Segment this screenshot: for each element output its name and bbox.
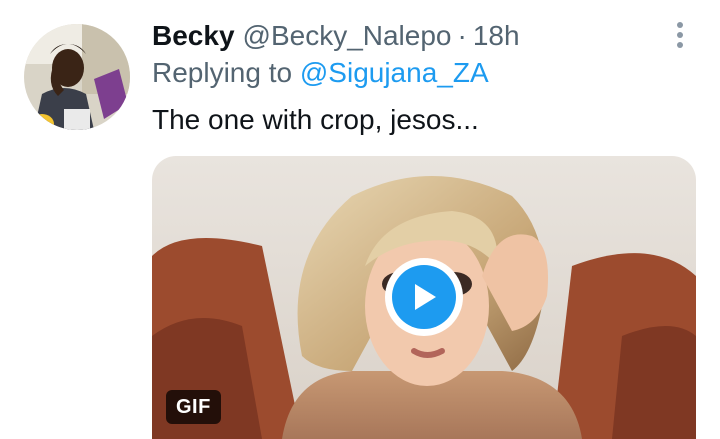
tweet-timestamp[interactable]: 18h xyxy=(473,18,520,54)
author-display-name[interactable]: Becky xyxy=(152,18,235,54)
play-icon xyxy=(392,265,456,329)
tweet-text: The one with crop, jesos... xyxy=(152,104,479,135)
tweet-card[interactable]: Becky @Becky_Nalepo · 18h Replying to @S… xyxy=(0,0,720,439)
gif-badge: GIF xyxy=(166,390,221,424)
replying-to: Replying to @Sigujana_ZA xyxy=(152,54,697,92)
more-options-button[interactable] xyxy=(665,20,695,50)
separator-dot: · xyxy=(457,20,467,51)
avatar-photo-icon xyxy=(24,24,130,130)
more-vertical-icon-dot xyxy=(677,32,683,38)
tweet-header: Becky @Becky_Nalepo · 18h xyxy=(152,18,697,54)
tweet-content: Becky @Becky_Nalepo · 18h Replying to @S… xyxy=(152,18,697,138)
gif-media[interactable]: GIF xyxy=(152,156,696,439)
author-avatar[interactable] xyxy=(24,24,130,130)
reply-mention-link[interactable]: @Sigujana_ZA xyxy=(300,57,489,88)
more-vertical-icon xyxy=(677,22,683,28)
replying-to-label: Replying to xyxy=(152,57,300,88)
author-handle[interactable]: @Becky_Nalepo xyxy=(243,18,452,54)
play-button[interactable] xyxy=(385,258,463,336)
play-triangle xyxy=(415,284,436,310)
more-vertical-icon-dot xyxy=(677,42,683,48)
